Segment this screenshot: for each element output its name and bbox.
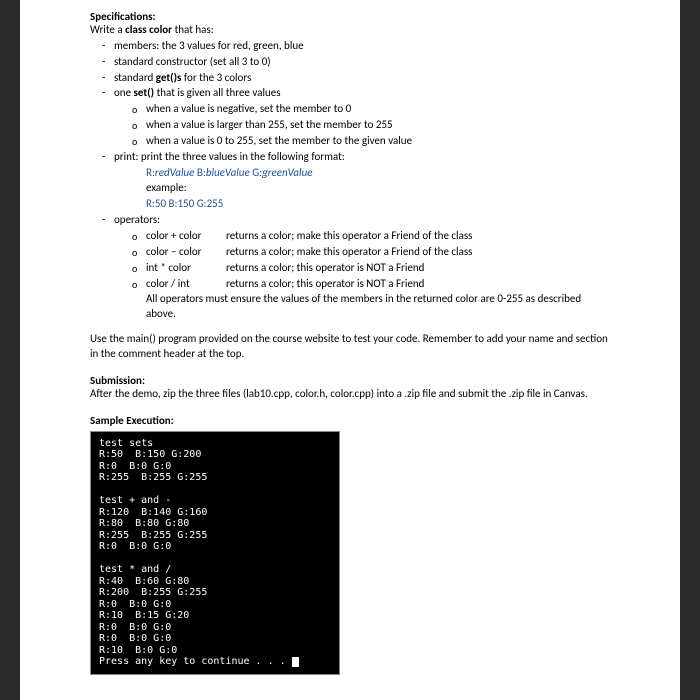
print-example-label: example:	[90, 181, 610, 196]
set-sub-large: when a value is larger than 255, set the…	[90, 118, 610, 133]
console-output: test sets R:50 B:150 G:200 R:0 B:0 G:0 R…	[90, 431, 340, 675]
cursor-icon	[292, 657, 299, 667]
intro-line: Write a class color that has:	[90, 23, 610, 38]
op-div-left: color / int	[146, 277, 226, 292]
getters-a: standard	[114, 71, 156, 84]
bullet-getters: standard get()s for the 3 colors	[90, 71, 610, 86]
op-plus-left: color + color	[146, 229, 226, 244]
intro-prefix: Write a	[90, 23, 125, 36]
op-minus: color – colorreturns a color; make this …	[90, 245, 610, 260]
fmt-g: G:	[250, 166, 262, 179]
sample-heading: Sample Execution:	[90, 414, 610, 427]
fmt-rv: redValue	[155, 166, 194, 179]
bullet-set: one set() that is given all three values	[90, 86, 610, 101]
set-a: one	[114, 86, 134, 99]
bullet-print: print: print the three values in the fol…	[90, 150, 610, 165]
print-format: R:redValue B:blueValue G:greenValue	[90, 166, 610, 181]
bullet-operators: operators:	[90, 213, 610, 228]
op-minus-right: returns a color; make this operator a Fr…	[226, 245, 472, 258]
use-main-paragraph: Use the main() program provided on the c…	[90, 332, 610, 362]
intro-bold: class color	[125, 23, 172, 36]
getters-b: get()s	[156, 71, 182, 84]
document-page: Specifications: Write a class color that…	[20, 0, 680, 700]
fmt-r: R:	[146, 166, 155, 179]
getters-c: for the 3 colors	[181, 71, 251, 84]
op-mult: int * colorreturns a color; this operato…	[90, 261, 610, 276]
op-mult-left: int * color	[146, 261, 226, 276]
console-text: test sets R:50 B:150 G:200 R:0 B:0 G:0 R…	[99, 438, 292, 668]
op-mult-right: returns a color; this operator is NOT a …	[226, 261, 424, 274]
set-sub-negative: when a value is negative, set the member…	[90, 102, 610, 117]
op-plus-right: returns a color; make this operator a Fr…	[226, 229, 472, 242]
op-minus-left: color – color	[146, 245, 226, 260]
set-c: that is given all three values	[154, 86, 280, 99]
intro-suffix: that has:	[172, 23, 214, 36]
fmt-b: B:	[194, 166, 205, 179]
op-div-right: returns a color; this operator is NOT a …	[226, 277, 424, 290]
fmt-gv: greenValue	[262, 166, 312, 179]
op-plus: color + colorreturns a color; make this …	[90, 229, 610, 244]
op-div: color / intreturns a color; this operato…	[90, 277, 610, 292]
submission-heading: Submission:	[90, 374, 610, 387]
set-b: set()	[134, 86, 155, 99]
bullet-constructor: standard constructor (set all 3 to 0)	[90, 55, 610, 70]
submission-text: After the demo, zip the three files (lab…	[90, 387, 610, 402]
fmt-bv: blueValue	[206, 166, 250, 179]
set-sub-range: when a value is 0 to 255, set the member…	[90, 134, 610, 149]
bullet-members: members: the 3 values for red, green, bl…	[90, 39, 610, 54]
print-example-value: R:50 B:150 G:255	[90, 197, 610, 212]
op-note: All operators must ensure the values of …	[90, 292, 610, 322]
specifications-heading: Specifications:	[90, 10, 610, 23]
